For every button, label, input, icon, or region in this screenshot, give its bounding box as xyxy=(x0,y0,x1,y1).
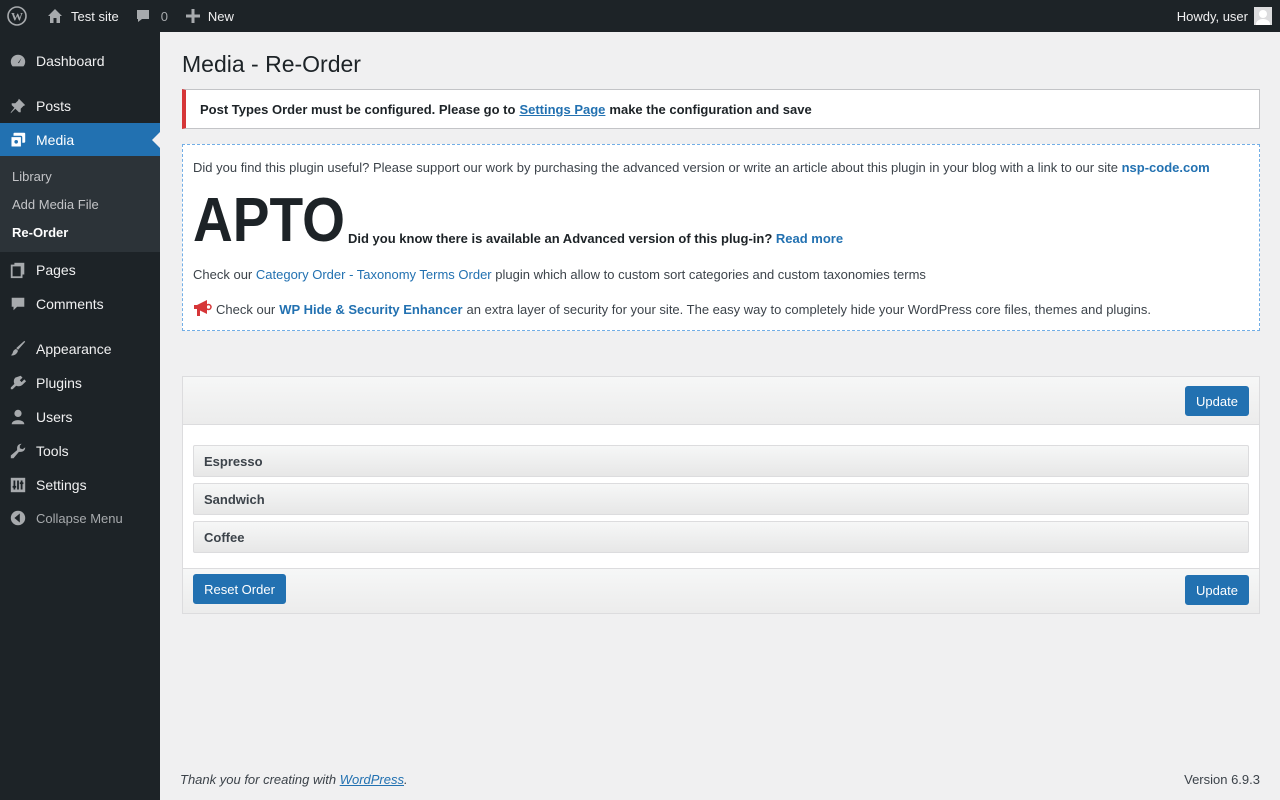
update-button-bottom[interactable]: Update xyxy=(1185,575,1249,605)
reorder-header: Update xyxy=(183,377,1259,425)
dashboard-icon xyxy=(0,52,36,70)
megaphone-icon xyxy=(193,299,212,320)
error-notice: Post Types Order must be configured. Ple… xyxy=(182,89,1260,129)
notice-text-after: make the configuration and save xyxy=(609,101,812,117)
sidebar-item-comments[interactable]: Comments xyxy=(0,287,160,321)
collapse-menu-button[interactable]: Collapse Menu xyxy=(0,501,160,535)
site-name: Test site xyxy=(71,8,119,24)
reorder-panel: Update Espresso Sandwich Coffee Reset Or… xyxy=(182,376,1260,614)
sidebar-item-label: Media xyxy=(36,132,75,148)
svg-text:W: W xyxy=(11,10,23,24)
submenu-library[interactable]: Library xyxy=(12,169,52,184)
promo-line-4: Check our WP Hide & Security Enhancer an… xyxy=(193,299,1151,320)
sidebar-item-label: Pages xyxy=(36,262,76,278)
nsp-code-link[interactable]: nsp-code.com xyxy=(1122,160,1210,175)
list-item[interactable]: Espresso xyxy=(193,445,1249,477)
sidebar-item-label: Users xyxy=(36,409,73,425)
promo-box: Did you find this plugin useful? Please … xyxy=(182,144,1260,331)
plus-icon xyxy=(185,9,200,23)
reorder-footer: Reset Order Update xyxy=(183,568,1259,613)
sidebar-item-label: Comments xyxy=(36,296,104,312)
update-button-top[interactable]: Update xyxy=(1185,386,1249,416)
avatar xyxy=(1254,7,1272,25)
settings-icon xyxy=(0,476,36,494)
promo-line-4-after: an extra layer of security for your site… xyxy=(466,302,1152,317)
home-icon xyxy=(47,8,63,24)
promo-line-1-text: Did you find this plugin useful? Please … xyxy=(193,160,1118,175)
notice-text-before: Post Types Order must be configured. Ple… xyxy=(200,101,516,117)
promo-line-3-before: Check our xyxy=(193,267,253,282)
list-item[interactable]: Coffee xyxy=(193,521,1249,553)
sidebar-item-dashboard[interactable]: Dashboard xyxy=(0,44,160,78)
apto-logo-text: APTO xyxy=(193,193,345,245)
howdy-text: Howdy, user xyxy=(1176,8,1248,24)
footer-version: Version 6.9.3 xyxy=(1184,772,1260,787)
sidebar-item-users[interactable]: Users xyxy=(0,400,160,434)
sidebar-item-label: Dashboard xyxy=(36,53,105,69)
main-content: Media - Re-Order Post Types Order must b… xyxy=(160,32,1280,800)
wrench-icon xyxy=(0,442,36,460)
my-account[interactable]: Howdy, user xyxy=(1169,0,1280,32)
category-order-link[interactable]: Category Order - Taxonomy Terms Order xyxy=(256,267,492,282)
media-submenu: Library Add Media File Re-Order xyxy=(0,156,160,252)
collapse-menu-label: Collapse Menu xyxy=(36,510,123,526)
submenu-add-media-file[interactable]: Add Media File xyxy=(12,197,99,212)
sidebar-item-label: Tools xyxy=(36,443,69,459)
collapse-icon xyxy=(0,509,36,527)
brush-icon xyxy=(0,340,36,358)
sidebar-item-label: Posts xyxy=(36,98,72,114)
sidebar-item-label: Settings xyxy=(36,477,87,493)
promo-line-3: Check our Category Order - Taxonomy Term… xyxy=(193,267,926,282)
submenu-re-order[interactable]: Re-Order xyxy=(12,225,68,240)
sidebar-item-label: Plugins xyxy=(36,375,82,391)
sidebar-item-tools[interactable]: Tools xyxy=(0,434,160,468)
promo-line-1: Did you find this plugin useful? Please … xyxy=(193,160,1210,175)
comment-icon xyxy=(135,8,151,24)
page-title: Media - Re-Order xyxy=(182,51,361,77)
wp-hide-link[interactable]: WP Hide & Security Enhancer xyxy=(279,302,462,317)
reset-order-button[interactable]: Reset Order xyxy=(193,574,286,604)
pin-icon xyxy=(0,97,36,115)
new-content-link[interactable]: New xyxy=(176,0,242,32)
sidebar-item-plugins[interactable]: Plugins xyxy=(0,366,160,400)
sidebar-item-label: Appearance xyxy=(36,341,112,357)
media-icon xyxy=(0,131,36,149)
settings-page-link[interactable]: Settings Page xyxy=(519,102,605,117)
new-label: New xyxy=(207,8,234,24)
sidebar-item-posts[interactable]: Posts xyxy=(0,89,160,123)
promo-line-2: Did you know there is available an Advan… xyxy=(348,231,843,246)
site-name-link[interactable]: Test site xyxy=(39,0,127,32)
sidebar-item-pages[interactable]: Pages xyxy=(0,253,160,287)
wordpress-link[interactable]: WordPress xyxy=(340,772,404,787)
promo-line-2-text: Did you know there is available an Advan… xyxy=(348,231,773,246)
promo-line-4-before: Check our xyxy=(216,302,276,317)
list-item[interactable]: Sandwich xyxy=(193,483,1249,515)
footer-period: . xyxy=(404,772,408,787)
sidebar-item-appearance[interactable]: Appearance xyxy=(0,332,160,366)
plugin-icon xyxy=(0,374,36,392)
sidebar-item-media[interactable]: Media xyxy=(0,123,160,157)
pages-icon xyxy=(0,261,36,279)
sidebar-item-settings[interactable]: Settings xyxy=(0,468,160,502)
comment-icon xyxy=(0,295,36,313)
admin-bar: W Test site 0 New Howdy, user xyxy=(0,0,1280,32)
admin-sidebar: Dashboard Posts Media Library Add Media … xyxy=(0,32,160,800)
comments-count: 0 xyxy=(160,8,168,24)
comments-link[interactable]: 0 xyxy=(127,0,176,32)
promo-line-3-after: plugin which allow to custom sort catego… xyxy=(495,267,926,282)
wordpress-logo-icon[interactable]: W xyxy=(0,0,39,32)
footer-thanks: Thank you for creating with WordPress. xyxy=(180,772,408,787)
footer-thanks-text: Thank you for creating with xyxy=(180,772,337,787)
users-icon xyxy=(0,408,36,426)
apto-logo[interactable]: APTO xyxy=(193,193,345,245)
read-more-link[interactable]: Read more xyxy=(776,231,843,246)
